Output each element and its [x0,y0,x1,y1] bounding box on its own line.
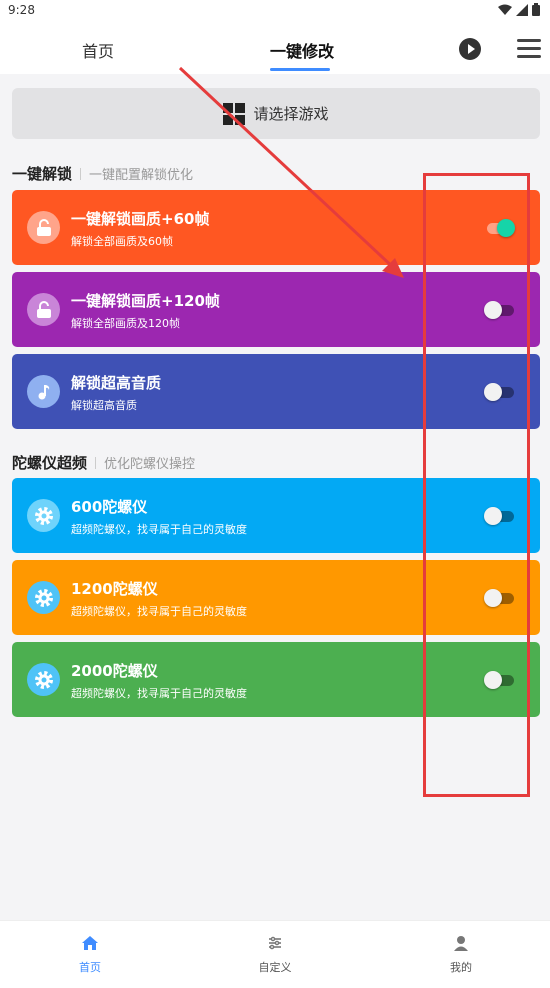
bottom-nav-label: 我的 [450,961,472,974]
gear-icon [27,499,60,532]
card-title: 一键解锁画质+120帧 [71,292,220,310]
card-description: 超频陀螺仪，找寻属于自己的灵敏度 [71,687,247,700]
card-title: 1200陀螺仪 [71,580,158,598]
select-game-button[interactable]: 请选择游戏 [12,88,540,139]
person-icon [454,936,468,951]
bottom-nav-profile[interactable]: 我的 [421,935,501,975]
section-subtitle: 一键配置解锁优化 [89,168,194,183]
tab-one-click-modify[interactable]: 一键修改 [270,38,334,62]
section-header-unlock: 一键解锁 一键配置解锁优化 [12,163,193,184]
gear-icon [27,581,60,614]
tab-home[interactable]: 首页 [82,38,114,62]
card-title: 2000陀螺仪 [71,662,158,680]
section-title: 一键解锁 [12,165,73,183]
card-title: 600陀螺仪 [71,498,148,516]
section-header-gyro: 陀螺仪超频 优化陀螺仪操控 [12,452,195,473]
wifi-icon [498,4,512,15]
divider [80,167,82,180]
card-description: 超频陀螺仪，找寻属于自己的灵敏度 [71,605,247,618]
status-time: 9:28 [8,3,35,17]
bottom-nav-home[interactable]: 首页 [50,935,130,975]
battery-icon [532,3,540,16]
music-note-icon [27,375,60,408]
top-nav: 首页 一键修改 [0,22,550,74]
bottom-nav-label: 首页 [79,961,101,974]
card-title: 一键解锁画质+60帧 [71,210,210,228]
bottom-nav-custom[interactable]: 自定义 [235,935,315,975]
card-description: 超频陀螺仪，找寻属于自己的灵敏度 [71,523,247,536]
menu-button[interactable] [517,39,541,59]
section-subtitle: 优化陀螺仪操控 [104,457,196,472]
active-tab-indicator [270,68,330,71]
sliders-icon [269,936,281,950]
unlock-icon [27,293,60,326]
status-bar: 9:28 [0,0,550,22]
signal-icon [516,3,528,16]
gear-icon [27,663,60,696]
select-game-label: 请选择游戏 [253,105,329,123]
card-title: 解锁超高音质 [71,374,162,392]
bottom-nav-label: 自定义 [258,961,292,974]
card-description: 解锁超高音质 [71,399,137,412]
unlock-icon [27,211,60,244]
card-description: 解锁全部画质及60帧 [71,235,173,248]
grid-icon [223,102,246,125]
section-title: 陀螺仪超频 [12,454,88,472]
menu-icon [517,39,541,42]
status-icons [498,3,540,16]
home-icon [82,936,98,950]
card-description: 解锁全部画质及120帧 [71,317,180,330]
play-icon [468,44,475,54]
bottom-nav: 首页 自定义 我的 [0,920,550,988]
annotation-highlight-box [423,173,530,797]
play-button[interactable] [459,38,481,60]
divider [95,456,97,469]
